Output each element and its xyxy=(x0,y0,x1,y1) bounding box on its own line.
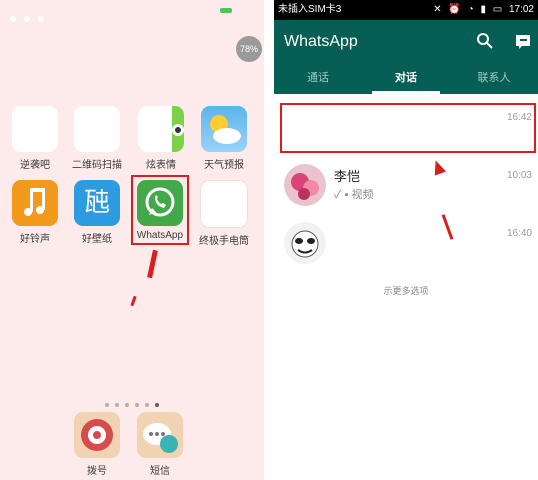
contact-name: 李恺 xyxy=(334,169,361,184)
whatsapp-highlight-frame xyxy=(131,175,189,245)
blank-app-icon xyxy=(12,106,58,152)
app-label: 好铃声 xyxy=(20,234,50,245)
battery-indicator xyxy=(220,8,232,13)
flashlight-icon xyxy=(200,180,248,228)
message-preview: ✓ ▪ 视频 xyxy=(334,189,374,201)
dock-messages[interactable]: 短信 xyxy=(131,412,189,477)
app-emoji[interactable]: 炫表情 xyxy=(132,106,190,171)
dialer-icon xyxy=(74,412,120,458)
app-title: WhatsApp xyxy=(284,33,358,50)
wifi-icon: ◔ xyxy=(467,4,474,15)
wallpaper-icon: 瓲 xyxy=(74,180,120,226)
app-label: 炫表情 xyxy=(146,160,176,171)
messages-icon xyxy=(137,412,183,458)
new-chat-icon[interactable] xyxy=(514,32,532,50)
app-label: 短信 xyxy=(150,466,170,477)
app-ringtone[interactable]: 好铃声 xyxy=(6,180,64,245)
memory-usage-badge[interactable]: 78% xyxy=(236,36,262,62)
status-dots xyxy=(10,7,52,26)
app-label: 天气预报 xyxy=(204,160,244,171)
clock-text: 17:02 xyxy=(508,4,534,15)
dock-dialer[interactable]: 拨号 xyxy=(68,412,126,477)
app-wallpaper[interactable]: 瓲 好壁纸 xyxy=(68,180,126,245)
app-nixiba[interactable]: 逆袭吧 xyxy=(6,106,64,171)
app-label: 逆袭吧 xyxy=(20,160,50,171)
chat-time: 10:03 xyxy=(506,170,532,181)
pointer-arrow xyxy=(147,249,158,279)
contact-avatar[interactable] xyxy=(284,164,326,206)
contact-avatar[interactable] xyxy=(284,222,326,264)
app-qr-scan[interactable]: 二维码扫描 xyxy=(68,106,126,171)
tab-chats[interactable]: 对话 xyxy=(362,64,450,94)
app-label: 好壁纸 xyxy=(82,234,112,245)
wallpaper-icon-glyph: 瓲 xyxy=(83,188,110,218)
chat-row[interactable]: 李恺 ✓ ▪ 视频 10:03 xyxy=(274,156,538,216)
status-icons: ✕ ⏰ ◔ ▮ ▭ 17:02 xyxy=(429,0,534,20)
music-note-icon xyxy=(12,180,58,226)
signal-icon: ▮ xyxy=(480,4,486,15)
app-label: 终极手电筒 xyxy=(199,236,249,247)
weather-icon xyxy=(201,106,247,152)
mute-icon: ✕ xyxy=(433,4,442,15)
carrier-text: 未插入SIM卡3 xyxy=(278,4,342,15)
tab-contacts[interactable]: 联系人 xyxy=(450,64,538,94)
android-status-bar: 未插入SIM卡3 ✕ ⏰ ◔ ▮ ▭ 17:02 xyxy=(274,0,538,20)
search-icon[interactable] xyxy=(476,32,494,50)
chat-highlight-frame xyxy=(280,103,536,153)
emoji-icon xyxy=(138,106,184,152)
options-hint: 示更多选项 xyxy=(383,286,429,296)
tab-calls[interactable]: 通话 xyxy=(274,64,362,94)
app-weather[interactable]: 天气预报 xyxy=(195,106,253,171)
battery-icon: ▭ xyxy=(492,4,503,15)
app-flashlight[interactable]: 终极手电筒 xyxy=(195,180,253,247)
qr-scan-icon xyxy=(74,106,120,152)
whatsapp-app-bar: WhatsApp 通话 对话 联系人 xyxy=(274,20,538,94)
whatsapp-screen: 未插入SIM卡3 ✕ ⏰ ◔ ▮ ▭ 17:02 WhatsApp 通话 对话 … xyxy=(274,0,538,480)
chat-time: 16:40 xyxy=(506,228,532,239)
android-home-screen: 78% 逆袭吧 二维码扫描 炫表情 天气预报 好铃声 瓲 好壁纸 WhatsAp… xyxy=(0,0,264,480)
app-label: 拨号 xyxy=(87,466,107,477)
chat-row[interactable]: 16:40 xyxy=(274,214,538,274)
alarm-icon: ⏰ xyxy=(448,4,461,15)
home-status-bar xyxy=(0,0,264,22)
page-indicator[interactable] xyxy=(0,392,264,411)
app-label: 二维码扫描 xyxy=(72,160,122,171)
tab-bar: 通话 对话 联系人 xyxy=(274,64,538,94)
pointer-arrow-tail xyxy=(130,295,137,307)
